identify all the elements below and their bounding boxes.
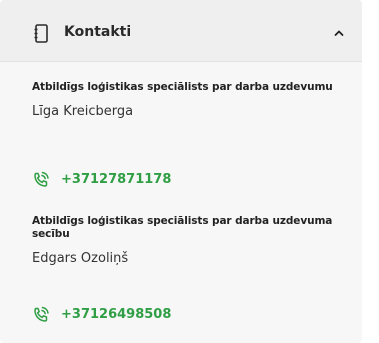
contact-phone-link[interactable]: +37127871178 [32, 171, 232, 191]
contacts-panel-header[interactable]: Kontakti [0, 0, 362, 62]
contact-item: Atbildīgs loģistikas speciālists par dar… [32, 215, 352, 267]
phone-call-icon [34, 171, 49, 187]
contact-phone-link[interactable]: +37126498508 [32, 306, 232, 326]
contact-phone-number[interactable]: +37126498508 [61, 307, 171, 323]
contact-role: Atbildīgs loģistikas speciālists par dar… [32, 215, 333, 240]
contacts-panel: Kontakti Atbildīgs loģistikas speciālist… [0, 0, 362, 343]
contact-item: Atbildīgs loģistikas speciālists par dar… [32, 81, 352, 120]
contact-name: Edgars Ozoliņš [32, 251, 129, 266]
contact-phone-number[interactable]: +37127871178 [61, 172, 171, 188]
panel-title: Kontakti [64, 24, 132, 40]
notebook-icon [34, 24, 48, 43]
contact-role: Atbildīgs loģistikas speciālists par dar… [32, 81, 333, 93]
phone-call-icon [34, 306, 49, 322]
chevron-up-icon[interactable] [334, 29, 344, 37]
contact-name: Līga Kreicberga [32, 104, 134, 119]
